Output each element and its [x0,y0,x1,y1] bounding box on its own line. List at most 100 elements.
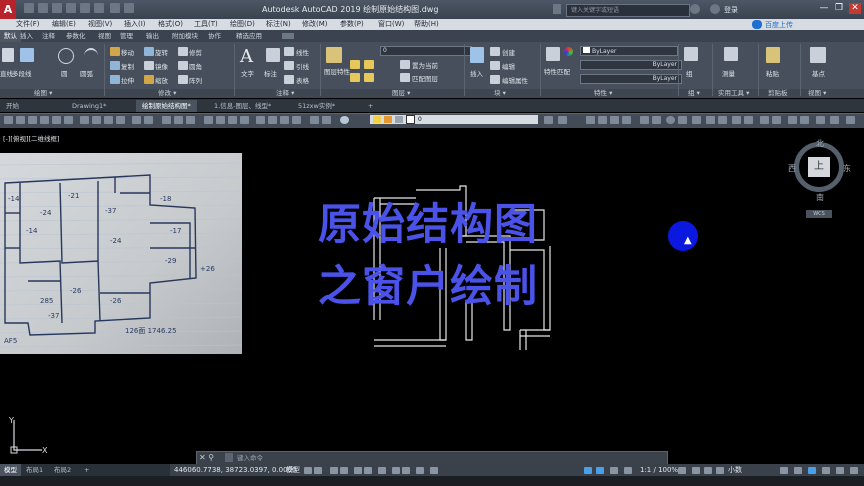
close-button[interactable]: ✕ [849,3,861,14]
quick-dim-icon[interactable] [692,116,701,124]
menu-parametric[interactable]: 参数(P) [340,19,364,30]
cut-icon[interactable] [80,116,89,124]
redo-icon[interactable] [124,3,134,13]
tab-layout2[interactable]: 布局2 [50,464,75,476]
mirror-label[interactable]: 镜像 [155,61,168,71]
leader-label[interactable]: 引线 [296,61,309,71]
continue-icon[interactable] [718,116,727,124]
layer-match-icon[interactable] [558,116,567,124]
dim-edit-icon[interactable] [816,116,825,124]
match-properties-label[interactable]: 特性匹配 [544,68,570,76]
panel-properties[interactable]: 特性 ▾ [594,89,612,98]
ribbon-toggle-icon[interactable] [282,33,294,39]
compass-east[interactable]: 东 [843,163,851,174]
trim-label[interactable]: 修剪 [189,47,202,57]
quick-properties-icon[interactable] [780,467,788,474]
center-mark-icon[interactable] [772,116,781,124]
layer-manager-icon[interactable] [310,116,319,124]
diameter-icon[interactable] [666,116,675,124]
minimize-button[interactable]: — [818,3,830,14]
array-label[interactable]: 阵列 [189,75,202,85]
annotation-monitor-icon[interactable] [610,467,618,474]
search-input[interactable]: 键入关键字或短语 [566,4,690,17]
base-point-icon[interactable] [810,47,826,63]
file-tab-layers[interactable]: 1.信息-图层、线型* [208,100,277,112]
help-icon[interactable] [340,116,349,124]
polar-icon[interactable] [364,467,372,474]
print-icon[interactable] [94,3,104,13]
color-dropdown[interactable]: ByLayer [580,46,678,56]
publish-icon[interactable] [64,116,73,124]
match-layer-icon[interactable] [400,73,410,82]
match-icon[interactable] [116,116,125,124]
undo-icon[interactable] [132,116,141,124]
save-icon[interactable] [52,3,62,13]
layer-previous-icon[interactable] [322,116,331,124]
user-icon[interactable] [710,4,720,14]
viewcube-top-face[interactable]: 上 [808,157,830,177]
new-file-icon[interactable] [24,3,34,13]
angular-icon[interactable] [678,116,687,124]
stretch-icon[interactable] [110,75,120,84]
linetype-dropdown[interactable]: ByLayer [580,60,682,70]
tab-default[interactable]: 默认 [0,30,21,42]
match-properties-icon[interactable] [546,47,560,61]
layer-properties-icon[interactable] [326,47,342,63]
plot-icon[interactable] [80,3,90,13]
menu-format[interactable]: 格式(O) [158,19,183,30]
tab-insert[interactable]: 插入 [20,30,33,42]
arc-icon[interactable] [84,48,98,64]
restore-button[interactable]: ❐ [833,3,845,14]
annotation-visibility-icon[interactable] [692,467,700,474]
measure-icon[interactable] [724,47,738,61]
move-label[interactable]: 移动 [121,47,134,57]
menu-insert[interactable]: 插入(I) [124,19,146,30]
close-command-icon[interactable]: ✕ ⚲ [199,452,214,464]
rotate-label[interactable]: 旋转 [155,47,168,57]
copy-icon[interactable] [92,116,101,124]
stretch-label[interactable]: 拉伸 [121,75,134,85]
linear-dim-icon[interactable] [284,47,294,56]
panel-modify[interactable]: 修改 ▾ [158,89,176,98]
open-file-icon[interactable] [38,3,48,13]
ortho-icon[interactable] [354,467,362,474]
paste-label[interactable]: 粘贴 [766,68,779,78]
calculator-icon[interactable] [292,116,301,124]
create-label[interactable]: 创建 [502,47,515,57]
viewport-controls[interactable]: [-][俯视][二维线框] [3,133,60,143]
panel-utilities[interactable]: 实用工具 ▾ [718,89,749,98]
infer-icon[interactable] [330,467,338,474]
annotation-scale-icon[interactable] [624,467,632,474]
panel-block[interactable]: 块 ▾ [494,89,506,98]
panel-layers[interactable]: 图层 ▾ [392,89,410,98]
circle-label[interactable]: 圆 [61,68,68,78]
menu-dimension[interactable]: 标注(N) [266,19,291,30]
scale-icon[interactable] [144,75,154,84]
color-wheel-icon[interactable] [564,47,573,56]
menu-draw[interactable]: 绘图(D) [230,19,255,30]
pan-icon[interactable] [162,116,171,124]
polyline-icon[interactable] [20,48,34,62]
menu-window[interactable]: 窗口(W) [378,19,404,30]
3d-osnap-icon[interactable] [596,467,604,474]
tab-featured-apps[interactable]: 精选应用 [236,30,262,42]
menu-view[interactable]: 视图(V) [88,19,112,30]
model-space-button[interactable]: 模型 [286,464,300,476]
add-layout-button[interactable]: + [80,464,93,476]
tab-output[interactable]: 输出 [146,30,159,42]
layer-isolate-icon[interactable] [364,73,374,82]
selection-cycling-icon[interactable] [584,467,592,474]
move-icon[interactable] [110,47,120,56]
group-icon[interactable] [684,47,698,61]
tab-layout1[interactable]: 布局1 [22,464,47,476]
scale-label[interactable]: 缩放 [155,75,168,85]
tab-parametric[interactable]: 参数化 [66,30,86,42]
dim-style-icon[interactable] [846,116,855,124]
text-label[interactable]: 文字 [241,68,254,78]
open-icon[interactable] [16,116,25,124]
recent-commands-icon[interactable] [225,453,233,462]
file-tab-active[interactable]: 绘制原始结构图* [136,100,197,112]
layer-state-icon[interactable] [544,116,553,124]
application-menu-button[interactable]: A [0,0,16,19]
tab-annotate[interactable]: 注释 [42,30,55,42]
